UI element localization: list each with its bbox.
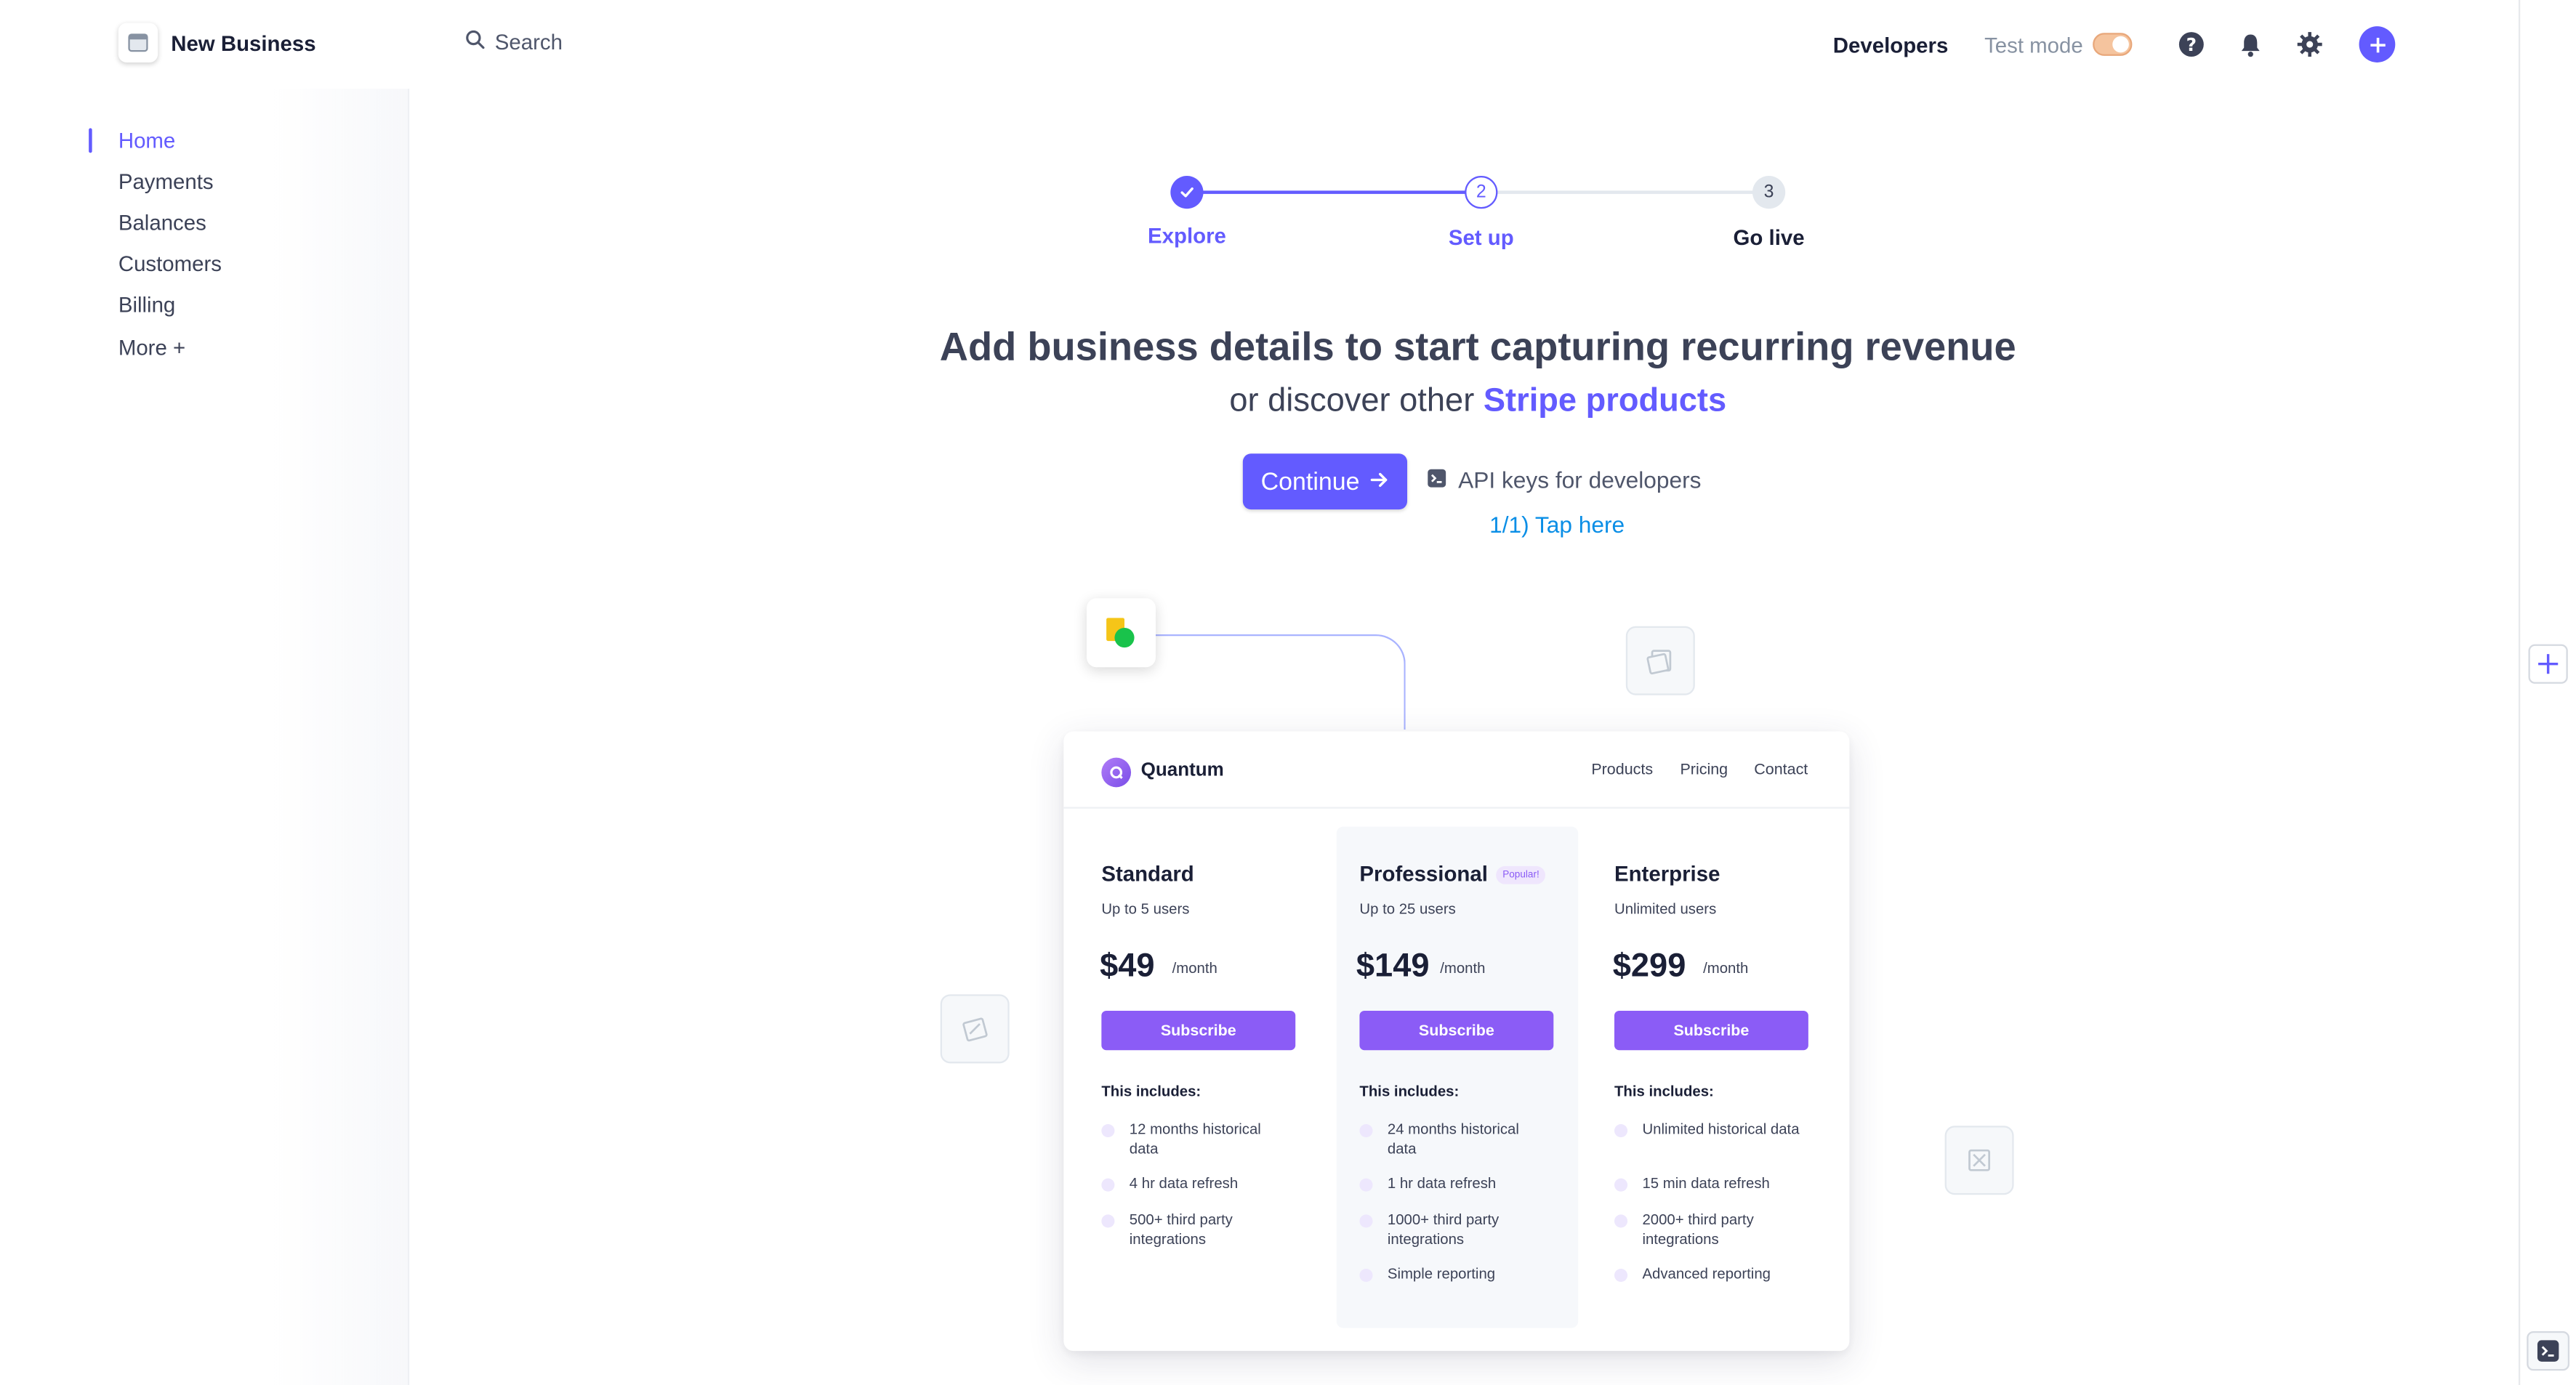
plan-users: Up to 25 users — [1359, 900, 1456, 918]
terminal-icon[interactable] — [2527, 1331, 2570, 1371]
feature-item: Advanced reporting — [1642, 1265, 1771, 1283]
plan-period: /month — [1440, 959, 1486, 977]
sidebar-item-billing[interactable]: Billing — [118, 293, 175, 318]
sidebar-edge — [271, 89, 410, 1385]
includes-label: This includes: — [1101, 1083, 1202, 1100]
api-keys-label: API keys for developers — [1458, 467, 1702, 493]
feature-check-icon — [1359, 1124, 1373, 1138]
feature-item: 1000+ third party integrations — [1387, 1211, 1500, 1248]
feature-item: 12 months historical data — [1129, 1120, 1261, 1158]
feature-check-icon — [1101, 1124, 1115, 1138]
subline-prefix: or discover other — [1229, 382, 1475, 419]
sidebar-item-balances[interactable]: Balances — [118, 210, 206, 235]
pricing-table-preview: Quantum Products Pricing Contact Standar… — [1063, 731, 1850, 1352]
subscribe-button: Subscribe — [1101, 1010, 1296, 1051]
search-bar[interactable]: Search — [465, 30, 563, 54]
feature-item: 500+ third party integrations — [1129, 1211, 1233, 1248]
feature-item: Simple reporting — [1387, 1265, 1496, 1283]
plan-price: $299 — [1612, 948, 1686, 985]
step-complete-check-icon — [1170, 176, 1204, 209]
step-golive-label[interactable]: Go live — [1687, 225, 1851, 250]
feature-check-icon — [1359, 1269, 1373, 1283]
account-switcher[interactable]: New Business — [118, 23, 316, 62]
illustration-connector — [1155, 634, 1406, 730]
continue-label: Continue — [1260, 467, 1360, 496]
continue-button[interactable]: Continue — [1242, 453, 1408, 510]
developers-link[interactable]: Developers — [1833, 32, 1949, 57]
plan-name: Enterprise — [1614, 861, 1720, 887]
subscribe-button: Subscribe — [1359, 1010, 1554, 1051]
feature-check-icon — [1614, 1178, 1628, 1192]
feature-check-icon — [1614, 1214, 1628, 1228]
right-rail — [2518, 0, 2576, 1385]
feature-check-icon — [1359, 1178, 1373, 1192]
feature-item: Unlimited historical data — [1642, 1120, 1800, 1138]
top-bar: New Business Search Developers Test mode… — [0, 0, 2519, 89]
plus-circle-icon[interactable] — [2359, 26, 2396, 62]
feature-item: 24 months historical data — [1387, 1120, 1519, 1158]
includes-label: This includes: — [1359, 1083, 1460, 1100]
page-subline: or discover other Stripe products — [0, 383, 2576, 421]
plan-users: Up to 5 users — [1101, 900, 1190, 918]
active-nav-indicator — [89, 128, 92, 153]
plus-icon[interactable] — [2528, 644, 2568, 684]
preview-nav-products: Products — [1591, 761, 1654, 780]
page-headline: Add business details to start capturing … — [939, 325, 2016, 370]
preview-brand: Quantum — [1140, 761, 1224, 781]
plan-users: Unlimited users — [1614, 900, 1717, 918]
close-box-tile-icon — [1944, 1126, 2014, 1195]
account-name: New Business — [171, 30, 316, 55]
arrow-right-icon — [1369, 467, 1389, 495]
includes-label: This includes: — [1614, 1083, 1714, 1100]
feature-item: 2000+ third party integrations — [1642, 1211, 1754, 1248]
edit-tile-icon — [940, 994, 1010, 1064]
sidebar-item-payments[interactable]: Payments — [118, 169, 214, 194]
search-placeholder: Search — [494, 29, 563, 54]
step-setup-label[interactable]: Set up — [1399, 225, 1563, 250]
subscribe-button: Subscribe — [1614, 1010, 1808, 1051]
sidebar-item-home[interactable]: Home — [118, 128, 175, 153]
quantum-logo-icon — [1101, 757, 1132, 788]
feature-item: 1 hr data refresh — [1387, 1175, 1497, 1192]
popular-badge: Popular! — [1496, 865, 1546, 884]
stripe-products-link[interactable]: Stripe products — [1484, 383, 1726, 419]
search-icon — [465, 30, 485, 54]
preview-nav-pricing: Pricing — [1680, 761, 1728, 780]
plan-name: Standard — [1101, 861, 1194, 887]
bell-icon[interactable] — [2234, 28, 2267, 60]
api-keys-link[interactable]: API keys for developers — [1427, 467, 1702, 493]
preview-header: Quantum Products Pricing Contact — [1063, 731, 1850, 809]
preview-nav-contact: Contact — [1754, 761, 1808, 780]
plan-price: $49 — [1100, 948, 1155, 985]
test-mode-toggle[interactable] — [2093, 33, 2133, 56]
plan-period: /month — [1703, 959, 1749, 977]
test-mode-label: Test mode — [1984, 32, 2083, 57]
feature-check-icon — [1359, 1214, 1373, 1228]
header-tools: Developers Test mode ? — [1833, 26, 2396, 62]
svg-text:?: ? — [2186, 34, 2197, 55]
feature-item: 15 min data refresh — [1642, 1175, 1770, 1192]
stepper-progress-line — [1186, 190, 1481, 194]
step-2-number: 2 — [1465, 176, 1498, 209]
plan-name: Professional — [1359, 861, 1488, 887]
storefront-icon — [118, 23, 158, 62]
tap-here-hint[interactable]: 1/1) Tap here — [1489, 511, 1625, 537]
plan-period: /month — [1172, 959, 1217, 977]
feature-check-icon — [1101, 1214, 1115, 1228]
document-tile-icon — [1625, 626, 1695, 695]
app-tile-icon — [1086, 598, 1156, 668]
gear-icon[interactable] — [2293, 28, 2326, 60]
feature-item: 4 hr data refresh — [1129, 1175, 1239, 1192]
feature-check-icon — [1101, 1178, 1115, 1192]
stepper-remaining-line — [1481, 190, 1769, 194]
help-circle-icon[interactable]: ? — [2175, 28, 2207, 60]
feature-check-icon — [1614, 1124, 1628, 1138]
feature-check-icon — [1614, 1269, 1628, 1283]
plan-price: $149 — [1356, 948, 1430, 985]
step-explore-label[interactable]: Explore — [1105, 224, 1269, 249]
terminal-icon — [1427, 467, 1446, 493]
sidebar-item-customers[interactable]: Customers — [118, 251, 222, 276]
step-3-number: 3 — [1752, 176, 1786, 209]
